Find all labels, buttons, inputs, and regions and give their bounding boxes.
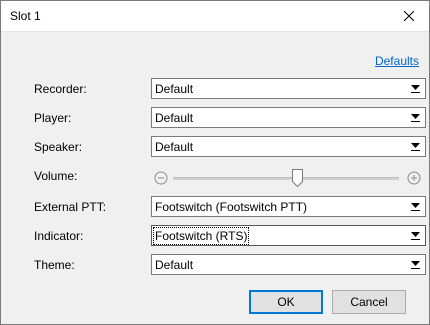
indicator-select[interactable]: Footswitch (RTS) [151,225,426,246]
ok-button[interactable]: OK [249,290,323,314]
indicator-label: Indicator: [34,229,84,243]
chevron-down-icon [408,199,423,214]
speaker-select[interactable]: Default [151,136,426,157]
theme-value: Default [155,258,194,272]
recorder-value: Default [155,82,194,96]
chevron-down-icon [408,139,423,154]
recorder-label: Recorder: [34,82,87,96]
volume-slider[interactable] [151,168,426,188]
cancel-button[interactable]: Cancel [332,290,406,314]
close-button[interactable] [389,1,429,31]
indicator-value: Footswitch (RTS) [152,227,250,245]
player-select[interactable]: Default [151,107,426,128]
window-title: Slot 1 [10,9,41,23]
theme-label: Theme: [34,258,75,272]
defaults-link[interactable]: Defaults [375,54,419,68]
theme-select[interactable]: Default [151,254,426,275]
recorder-select[interactable]: Default [151,78,426,99]
slider-thumb[interactable] [291,169,303,187]
slider-track[interactable] [173,177,399,180]
external-ptt-select[interactable]: Footswitch (Footswitch PTT) [151,196,426,217]
close-icon [404,11,414,21]
player-label: Player: [34,111,72,125]
external-ptt-label: External PTT: [34,200,107,214]
minus-circle-icon[interactable] [154,171,168,185]
chevron-down-icon [408,257,423,272]
chevron-down-icon [408,110,423,125]
title-bar: Slot 1 [1,1,429,32]
plus-circle-icon[interactable] [407,171,421,185]
player-value: Default [155,111,194,125]
speaker-label: Speaker: [34,140,83,154]
chevron-down-icon [408,81,423,96]
chevron-down-icon [408,228,423,243]
external-ptt-value: Footswitch (Footswitch PTT) [155,200,308,214]
volume-label: Volume: [34,169,78,183]
speaker-value: Default [155,140,194,154]
dialog-window: Slot 1 Defaults Recorder: Default Player… [0,0,430,325]
